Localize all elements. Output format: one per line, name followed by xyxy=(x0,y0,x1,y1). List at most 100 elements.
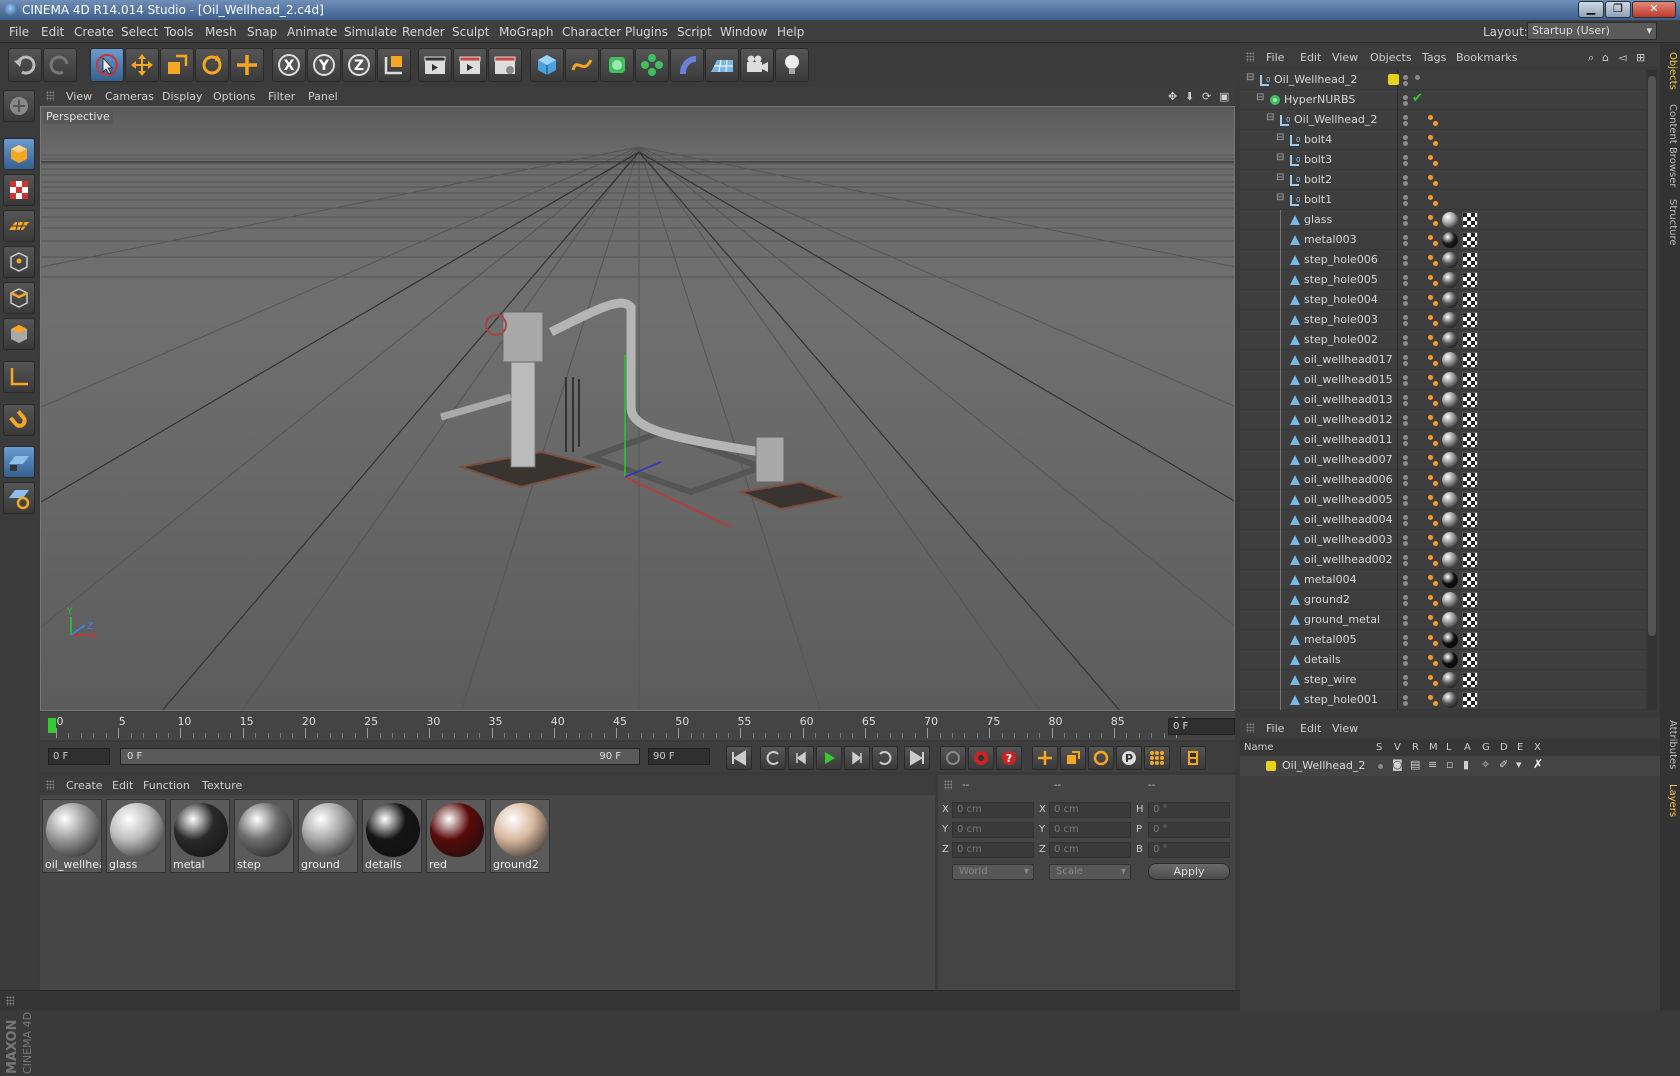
layer-col-expressions[interactable]: E xyxy=(1517,742,1523,753)
object-name[interactable]: bolt2 xyxy=(1304,173,1332,186)
phong-tag-icon[interactable] xyxy=(1433,681,1438,686)
phong-tag-icon[interactable] xyxy=(1433,261,1438,266)
coordinate-system-button[interactable] xyxy=(377,48,411,82)
layer-col-name[interactable]: Name xyxy=(1244,742,1274,753)
layer-row[interactable]: Oil_Wellhead_2 ◙ ▤ ≡ ▫ ▮ ✧ ✐ ▾ ✗ xyxy=(1240,756,1660,776)
render-visibility-dot[interactable] xyxy=(1403,301,1408,306)
menu-create[interactable]: Create xyxy=(74,25,114,39)
phong-tag-icon[interactable] xyxy=(1433,541,1438,546)
uvw-tag-icon[interactable] xyxy=(1462,512,1478,528)
phong-tag-icon[interactable] xyxy=(1433,301,1438,306)
go-to-end-button[interactable] xyxy=(904,746,930,770)
layers-menu-file[interactable]: File xyxy=(1266,722,1284,735)
phong-tag-icon[interactable] xyxy=(1433,381,1438,386)
object-row[interactable]: step_hole002 xyxy=(1240,330,1645,350)
menu-tools[interactable]: Tools xyxy=(164,25,194,39)
panel-grip[interactable] xyxy=(46,780,54,790)
layers-menu-edit[interactable]: Edit xyxy=(1300,722,1321,735)
next-key-button[interactable] xyxy=(872,746,898,770)
expand-toggle-icon[interactable]: ⊟ xyxy=(1266,112,1274,123)
floor-button[interactable] xyxy=(705,48,739,82)
editor-visibility-dot[interactable] xyxy=(1403,315,1408,320)
render-visibility-dot[interactable] xyxy=(1403,481,1408,486)
apply-button[interactable]: Apply xyxy=(1148,863,1230,880)
phong-tag-icon[interactable] xyxy=(1428,655,1433,660)
deformer-button[interactable] xyxy=(670,48,704,82)
object-name[interactable]: oil_wellhead007 xyxy=(1304,453,1393,466)
phong-tag-icon[interactable] xyxy=(1433,201,1438,206)
object-name[interactable]: metal003 xyxy=(1304,233,1357,246)
end-frame-field[interactable]: 90 F xyxy=(648,748,710,765)
object-name[interactable]: glass xyxy=(1304,213,1332,226)
viewport-menu-display[interactable]: Display xyxy=(162,90,203,103)
object-name[interactable]: oil_wellhead004 xyxy=(1304,513,1393,526)
texture-mode-button[interactable] xyxy=(3,174,35,206)
render-visibility-dot[interactable] xyxy=(1403,561,1408,566)
object-name[interactable]: step_hole001 xyxy=(1304,693,1378,706)
phong-tag-icon[interactable] xyxy=(1428,115,1433,120)
phong-tag-icon[interactable] xyxy=(1428,455,1433,460)
render-visibility-dot[interactable] xyxy=(1403,501,1408,506)
phong-tag-icon[interactable] xyxy=(1428,515,1433,520)
material-tag-icon[interactable] xyxy=(1442,252,1458,268)
material-tag-icon[interactable] xyxy=(1442,432,1458,448)
new-panel-icon[interactable]: ⊞ xyxy=(1636,51,1645,64)
render-visibility-dot[interactable] xyxy=(1403,441,1408,446)
render-visibility-dot[interactable] xyxy=(1403,261,1408,266)
phong-tag-icon[interactable] xyxy=(1428,595,1433,600)
layer-col-manager[interactable]: M xyxy=(1429,742,1438,753)
menu-mesh[interactable]: Mesh xyxy=(205,25,237,39)
pos-z-field[interactable]: 0 cm xyxy=(952,842,1034,858)
editor-visibility-dot[interactable] xyxy=(1403,75,1408,80)
uvw-tag-icon[interactable] xyxy=(1462,592,1478,608)
object-name[interactable]: oil_wellhead005 xyxy=(1304,493,1393,506)
layer-col-deformers[interactable]: D xyxy=(1500,742,1508,753)
object-name[interactable]: oil_wellhead013 xyxy=(1304,393,1393,406)
editor-visibility-dot[interactable] xyxy=(1403,655,1408,660)
keyframe-selection-button[interactable]: ? xyxy=(996,746,1022,770)
menu-simulate[interactable]: Simulate xyxy=(344,25,397,39)
material-tag-icon[interactable] xyxy=(1442,612,1458,628)
phong-tag-icon[interactable] xyxy=(1433,121,1438,126)
uvw-tag-icon[interactable] xyxy=(1462,452,1478,468)
layer-color-tag[interactable] xyxy=(1388,74,1399,85)
phong-tag-icon[interactable] xyxy=(1428,395,1433,400)
expand-toggle-icon[interactable]: ⊟ xyxy=(1276,132,1284,143)
material-menu-texture[interactable]: Texture xyxy=(202,779,242,792)
uvw-tag-icon[interactable] xyxy=(1462,232,1478,248)
phong-tag-icon[interactable] xyxy=(1428,535,1433,540)
spline-button[interactable] xyxy=(565,48,599,82)
y-axis-lock-button[interactable]: Y xyxy=(307,48,341,82)
editor-visibility-dot[interactable] xyxy=(1403,135,1408,140)
previous-frame-button[interactable] xyxy=(788,746,814,770)
object-name[interactable]: step_hole003 xyxy=(1304,313,1378,326)
object-row[interactable]: metal005 xyxy=(1240,630,1645,650)
editor-visibility-dot[interactable] xyxy=(1403,555,1408,560)
object-name[interactable]: Oil_Wellhead_2 xyxy=(1294,113,1377,126)
objects-menu-edit[interactable]: Edit xyxy=(1300,51,1321,64)
object-row[interactable]: details xyxy=(1240,650,1645,670)
object-row[interactable]: ⊟ 0 bolt4 xyxy=(1240,130,1645,150)
editor-visibility-dot[interactable] xyxy=(1403,695,1408,700)
material-tag-icon[interactable] xyxy=(1442,652,1458,668)
menu-character[interactable]: Character xyxy=(562,25,621,39)
uvw-tag-icon[interactable] xyxy=(1462,492,1478,508)
object-row[interactable]: oil_wellhead013 xyxy=(1240,390,1645,410)
phong-tag-icon[interactable] xyxy=(1428,155,1433,160)
layer-col-solo[interactable]: S xyxy=(1376,742,1382,753)
size-x-field[interactable]: 0 cm xyxy=(1049,802,1131,818)
object-row[interactable]: step_hole006 xyxy=(1240,250,1645,270)
3d-viewport[interactable]: Y Z X Perspective xyxy=(40,106,1235,711)
object-name[interactable]: step_hole006 xyxy=(1304,253,1378,266)
render-visibility-dot[interactable] xyxy=(1403,81,1408,86)
tab-structure[interactable]: Structure xyxy=(1662,199,1678,246)
object-name[interactable]: oil_wellhead017 xyxy=(1304,353,1393,366)
uvw-tag-icon[interactable] xyxy=(1462,612,1478,628)
record-point-level-button[interactable] xyxy=(1144,746,1170,770)
editor-visibility-dot[interactable] xyxy=(1403,455,1408,460)
render-visibility-dot[interactable] xyxy=(1403,361,1408,366)
object-row[interactable]: metal003 xyxy=(1240,230,1645,250)
phong-tag-icon[interactable] xyxy=(1428,635,1433,640)
phong-tag-icon[interactable] xyxy=(1428,355,1433,360)
render-visibility-dot[interactable] xyxy=(1403,581,1408,586)
